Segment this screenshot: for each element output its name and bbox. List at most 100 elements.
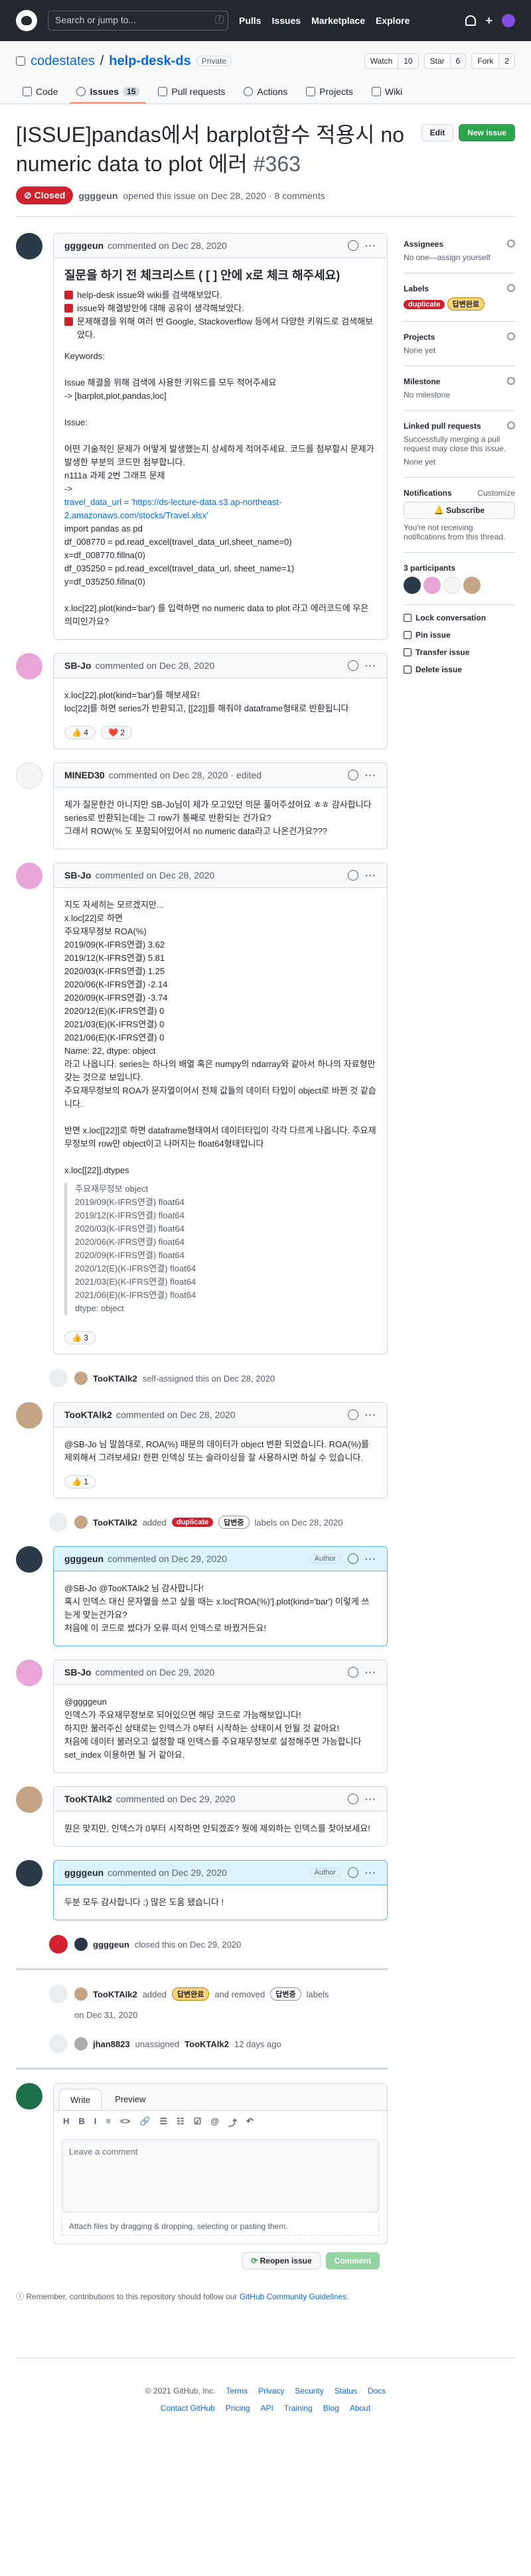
- more-options-icon[interactable]: ···: [365, 1794, 376, 1804]
- new-issue-button[interactable]: New issue: [459, 124, 515, 141]
- avatar[interactable]: [16, 1786, 42, 1813]
- issue-author[interactable]: ggggeun: [78, 190, 117, 201]
- comment-author[interactable]: TooKTAlk2: [64, 1794, 112, 1804]
- reaction-thumbs-up[interactable]: 👍 3: [64, 1331, 96, 1344]
- task-list-icon[interactable]: ☑: [194, 2116, 202, 2129]
- bulleted-list-icon[interactable]: ☰: [159, 2116, 167, 2129]
- saved-reply-icon[interactable]: ↶: [246, 2116, 254, 2129]
- comment-textarea[interactable]: Leave a comment: [62, 2139, 379, 2212]
- customize-link[interactable]: Customize: [477, 488, 515, 498]
- emoji-reaction-icon[interactable]: [348, 1867, 358, 1878]
- transfer-issue-action[interactable]: Transfer issue: [404, 644, 515, 661]
- comment-date[interactable]: commented on Dec 29, 2020: [108, 1553, 227, 1564]
- pin-issue-action[interactable]: Pin issue: [404, 626, 515, 644]
- avatar[interactable]: [74, 1372, 88, 1385]
- create-new-plus-icon[interactable]: +: [485, 14, 493, 28]
- comment-date[interactable]: commented on Dec 28, 2020: [95, 660, 214, 671]
- subscribe-button[interactable]: 🔔 Subscribe: [404, 502, 515, 519]
- comment-author[interactable]: ggggeun: [64, 1867, 104, 1878]
- code-icon[interactable]: <>: [120, 2116, 130, 2129]
- italic-icon[interactable]: I: [94, 2116, 97, 2129]
- nav-pulls[interactable]: Pulls: [239, 15, 261, 26]
- sidebar-heading[interactable]: Projects: [404, 332, 515, 342]
- label-answered[interactable]: 답변완료: [447, 297, 485, 311]
- reopen-issue-button[interactable]: ⟳ Reopen issue: [242, 2252, 321, 2269]
- more-options-icon[interactable]: ···: [365, 770, 376, 780]
- avatar[interactable]: [16, 1402, 42, 1429]
- footer-link-about[interactable]: About: [350, 2403, 370, 2413]
- event-author[interactable]: TooKTAlk2: [93, 1374, 137, 1384]
- link-icon[interactable]: 🔗: [139, 2116, 150, 2129]
- comment-button[interactable]: Comment: [325, 2252, 380, 2269]
- notifications-bell-icon[interactable]: [465, 15, 477, 26]
- bold-icon[interactable]: B: [78, 2116, 84, 2129]
- emoji-reaction-icon[interactable]: [348, 1667, 358, 1678]
- emoji-reaction-icon[interactable]: [348, 1409, 358, 1420]
- comment-date[interactable]: commented on Dec 29, 2020: [116, 1794, 236, 1804]
- avatar[interactable]: [16, 1860, 42, 1887]
- more-options-icon[interactable]: ···: [365, 1409, 376, 1420]
- mention-icon[interactable]: @: [210, 2116, 219, 2129]
- emoji-reaction-icon[interactable]: [348, 1794, 358, 1804]
- user-avatar[interactable]: [502, 14, 515, 27]
- avatar[interactable]: [463, 577, 481, 594]
- quote-icon[interactable]: ≡: [106, 2116, 111, 2129]
- sidebar-value[interactable]: No one—assign yourself: [404, 253, 515, 262]
- reference-icon[interactable]: ⤴: [228, 2116, 237, 2129]
- more-options-icon[interactable]: ···: [365, 1553, 376, 1564]
- avatar[interactable]: [16, 863, 42, 889]
- sidebar-heading[interactable]: Milestone: [404, 377, 515, 386]
- nav-issues[interactable]: Issues: [271, 15, 301, 26]
- more-options-icon[interactable]: ···: [365, 660, 376, 671]
- avatar[interactable]: [16, 2083, 42, 2110]
- comment-link[interactable]: travel_data_url = 'https://ds-lecture-da…: [64, 496, 376, 522]
- comment-author[interactable]: SB-Jo: [64, 870, 91, 881]
- tab-actions[interactable]: Actions: [237, 81, 294, 104]
- more-options-icon[interactable]: ···: [365, 870, 376, 881]
- reaction-thumbs-up[interactable]: 👍 4: [64, 726, 96, 739]
- footer-link-contact[interactable]: Contact GitHub: [161, 2403, 215, 2413]
- delete-issue-action[interactable]: Delete issue: [404, 661, 515, 678]
- comment-author[interactable]: ggggeun: [64, 240, 104, 251]
- avatar[interactable]: [404, 577, 421, 594]
- gear-icon[interactable]: [507, 240, 515, 248]
- footer-link-terms[interactable]: Terms: [226, 2386, 248, 2396]
- label-answering[interactable]: 답변중: [270, 1987, 301, 2001]
- footer-link-training[interactable]: Training: [284, 2403, 313, 2413]
- github-logo-icon[interactable]: [16, 10, 37, 31]
- repo-owner-link[interactable]: codestates: [31, 54, 95, 69]
- event-author[interactable]: TooKTAlk2: [93, 1989, 137, 1999]
- avatar[interactable]: [74, 2037, 88, 2050]
- footer-link-privacy[interactable]: Privacy: [258, 2386, 284, 2396]
- edit-button[interactable]: Edit: [421, 124, 454, 141]
- lock-conversation-action[interactable]: Lock conversation: [404, 609, 515, 626]
- reaction-heart[interactable]: ❤️ 2: [100, 726, 132, 739]
- avatar[interactable]: [74, 1987, 88, 2001]
- more-options-icon[interactable]: ···: [365, 240, 376, 251]
- label-answering[interactable]: 답변중: [218, 1516, 250, 1529]
- comment-author[interactable]: SB-Jo: [64, 1667, 91, 1678]
- tab-wiki[interactable]: Wiki: [365, 81, 409, 104]
- emoji-reaction-icon[interactable]: [348, 770, 358, 780]
- tab-pull-requests[interactable]: Pull requests: [151, 81, 232, 104]
- sidebar-heading[interactable]: Assignees: [404, 240, 515, 249]
- avatar[interactable]: [16, 233, 42, 259]
- gear-icon[interactable]: [507, 421, 515, 429]
- emoji-reaction-icon[interactable]: [348, 870, 358, 881]
- comment-date[interactable]: commented on Dec 28, 2020: [116, 1409, 236, 1420]
- event-author[interactable]: TooKTAlk2: [93, 1518, 137, 1528]
- numbered-list-icon[interactable]: ☷: [177, 2116, 185, 2129]
- comment-date[interactable]: commented on Dec 29, 2020: [108, 1867, 227, 1878]
- sidebar-heading[interactable]: Linked pull requests: [404, 421, 515, 431]
- community-guidelines-link[interactable]: GitHub Community Guidelines: [240, 2292, 346, 2301]
- gear-icon[interactable]: [507, 284, 515, 292]
- search-input[interactable]: Search or jump to... /: [48, 11, 228, 31]
- comment-author[interactable]: SB-Jo: [64, 660, 91, 671]
- comment-author[interactable]: MINED30: [64, 770, 105, 780]
- heading-icon[interactable]: H: [63, 2116, 69, 2129]
- avatar[interactable]: [16, 1660, 42, 1686]
- more-options-icon[interactable]: ···: [365, 1667, 376, 1678]
- comment-date[interactable]: commented on Dec 28, 2020: [95, 870, 214, 881]
- tab-write[interactable]: Write: [59, 2089, 102, 2110]
- comment-date[interactable]: commented on Dec 28, 2020: [108, 240, 227, 251]
